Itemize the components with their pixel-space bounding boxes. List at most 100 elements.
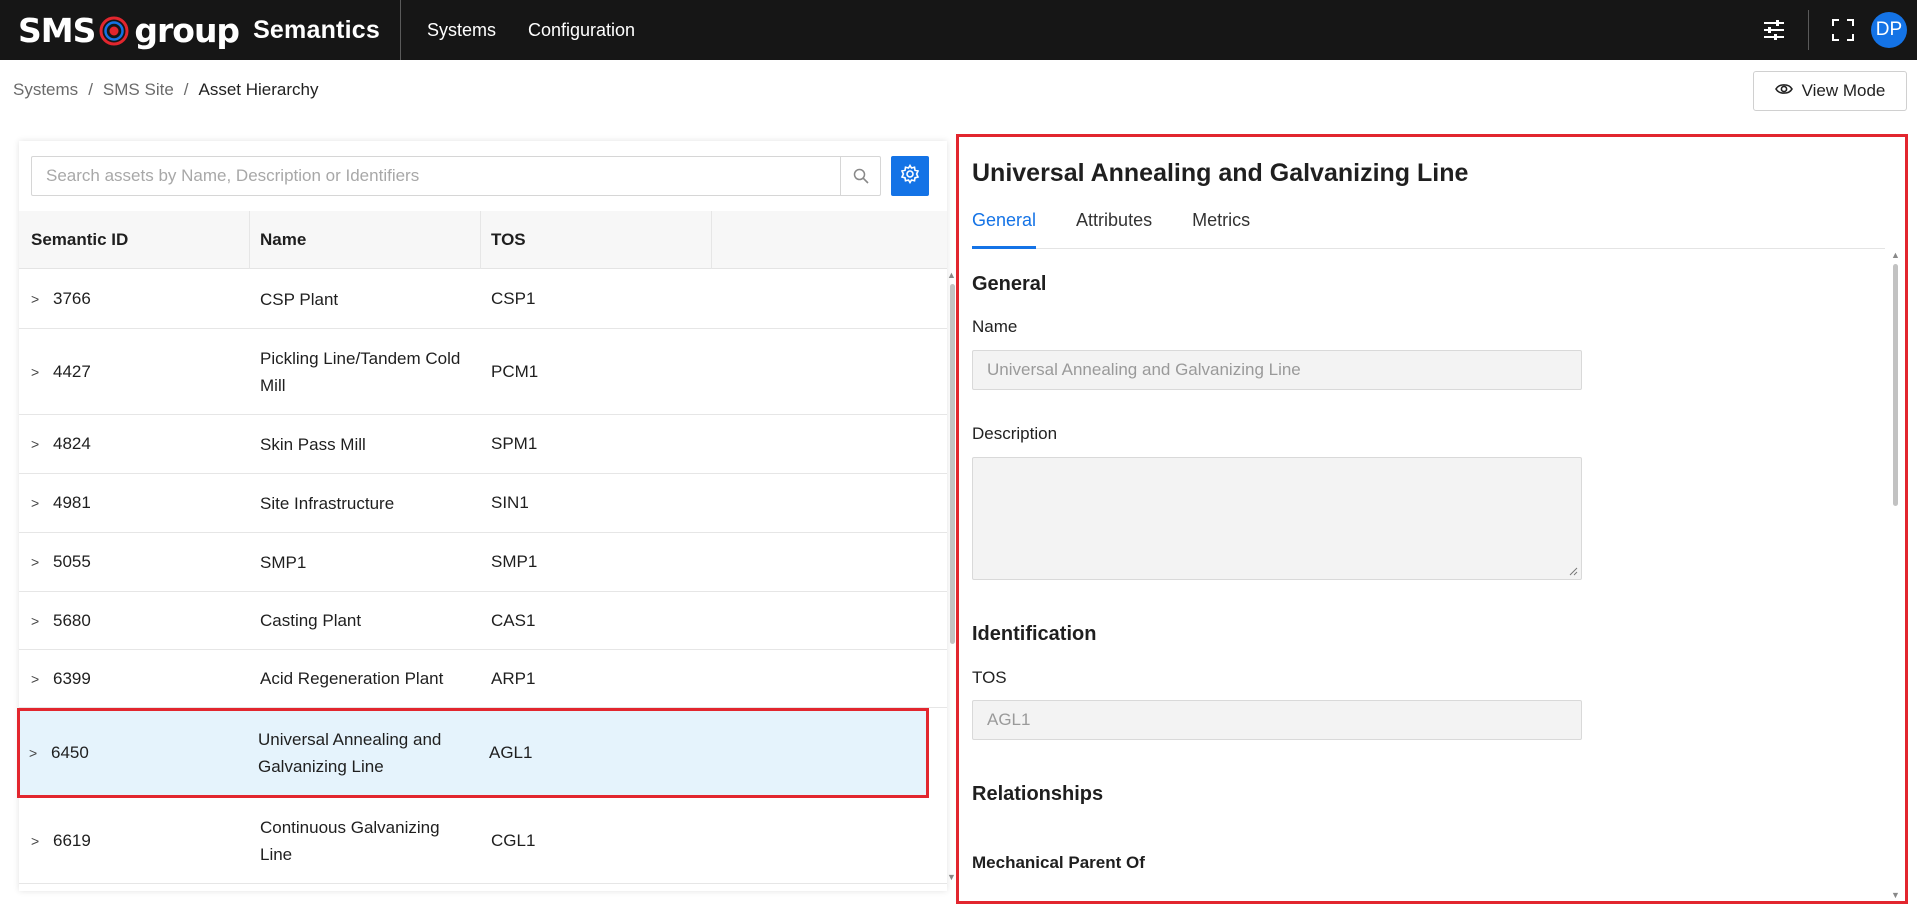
cell-name: Pickling Line/Tandem Cold Mill xyxy=(260,348,461,395)
chevron-right-icon[interactable]: > xyxy=(31,833,53,849)
section-title-general: General xyxy=(972,273,1047,295)
name-field[interactable]: Universal Annealing and Galvanizing Line xyxy=(972,350,1582,390)
table-row[interactable]: >4981 Site Infrastructure SIN1 xyxy=(19,474,947,533)
scroll-up-icon[interactable]: ▲ xyxy=(1891,250,1900,260)
cell-semantic-id: 5680 xyxy=(53,610,91,630)
detail-title: Universal Annealing and Galvanizing Line xyxy=(972,159,1469,187)
chevron-right-icon[interactable]: > xyxy=(29,745,51,761)
tos-field[interactable]: AGL1 xyxy=(972,700,1582,740)
chevron-right-icon[interactable]: > xyxy=(31,291,53,307)
mechanical-parent-of-label: Mechanical Parent Of xyxy=(972,853,1145,872)
scrollbar-thumb[interactable] xyxy=(1893,264,1898,506)
name-label: Name xyxy=(972,317,1018,336)
app-name: Semantics xyxy=(253,15,380,44)
sms-group-logo: SMS group xyxy=(18,10,240,50)
logo-text-right: group xyxy=(134,10,240,50)
description-field[interactable] xyxy=(972,457,1582,580)
breadcrumb-systems[interactable]: Systems xyxy=(13,80,78,100)
toolbar-divider xyxy=(1808,10,1809,50)
scrollbar-thumb[interactable] xyxy=(950,284,955,644)
chevron-right-icon[interactable]: > xyxy=(31,613,53,629)
chevron-right-icon[interactable]: > xyxy=(31,436,53,452)
table-row-selected[interactable]: >6450 Universal Annealing and Galvanizin… xyxy=(17,708,929,798)
asset-list-panel: Semantic ID Name TOS >3766 CSP Plant CSP… xyxy=(17,141,956,891)
detail-tabs: General Attributes Metrics xyxy=(972,209,1885,249)
cell-tos: CAS1 xyxy=(491,610,536,630)
search-settings-button[interactable] xyxy=(891,156,929,196)
main-nav: Systems Configuration xyxy=(411,0,651,60)
cell-name: Universal Annealing and Galvanizing Line xyxy=(258,729,442,776)
table-row[interactable]: >6619 Continuous Galvanizing Line CGL1 xyxy=(19,798,947,884)
fullscreen-icon[interactable] xyxy=(1829,16,1857,44)
view-mode-label: View Mode xyxy=(1801,81,1886,100)
breadcrumb: Systems / SMS Site / Asset Hierarchy xyxy=(13,80,319,100)
table-header: Semantic ID Name TOS xyxy=(19,210,947,269)
search-input[interactable] xyxy=(32,157,840,195)
resize-handle-icon xyxy=(1569,567,1578,576)
breadcrumb-sms-site[interactable]: SMS Site xyxy=(103,80,174,100)
section-title-identification: Identification xyxy=(972,623,1097,645)
tos-label: TOS xyxy=(972,668,1007,687)
column-header-tos[interactable]: TOS xyxy=(481,210,712,269)
nav-configuration[interactable]: Configuration xyxy=(512,0,651,60)
chevron-right-icon[interactable]: > xyxy=(31,671,53,687)
cell-semantic-id: 4824 xyxy=(53,434,91,453)
table-row[interactable]: >4824 Skin Pass Mill SPM1 xyxy=(19,415,947,474)
cell-name: Continuous Galvanizing Line xyxy=(260,817,440,864)
table-body: >3766 CSP Plant CSP1 >4427 Pickling Line… xyxy=(17,270,947,884)
cell-semantic-id: 6619 xyxy=(53,830,91,850)
cell-name: SMP1 xyxy=(260,552,307,572)
user-avatar[interactable]: DP xyxy=(1871,12,1907,48)
sliders-icon[interactable] xyxy=(1760,16,1788,44)
breadcrumb-asset-hierarchy: Asset Hierarchy xyxy=(198,80,319,99)
cell-tos: AGL1 xyxy=(489,742,533,762)
view-mode-button[interactable]: View Mode xyxy=(1753,71,1907,111)
cell-semantic-id: 4427 xyxy=(53,361,91,381)
scroll-up-icon[interactable]: ▲ xyxy=(947,270,956,280)
top-navigation-bar: SMS group Semantics Systems Configuratio… xyxy=(0,0,1917,60)
search-icon[interactable] xyxy=(840,157,880,195)
chevron-right-icon[interactable]: > xyxy=(31,554,53,570)
chevron-right-icon[interactable]: > xyxy=(31,364,53,380)
nav-systems[interactable]: Systems xyxy=(411,0,512,60)
cell-semantic-id: 5055 xyxy=(53,552,91,571)
search-box xyxy=(31,156,881,196)
table-row[interactable]: >4427 Pickling Line/Tandem Cold Mill PCM… xyxy=(19,329,947,415)
table-row[interactable]: >3766 CSP Plant CSP1 xyxy=(19,270,947,329)
cell-name: Site Infrastructure xyxy=(260,493,395,513)
table-row[interactable]: >5055 SMP1 SMP1 xyxy=(19,533,947,592)
cell-name: Casting Plant xyxy=(260,611,362,630)
cell-semantic-id: 6399 xyxy=(53,668,91,688)
cell-tos: PCM1 xyxy=(491,361,539,381)
table-row[interactable]: >6399 Acid Regeneration Plant ARP1 xyxy=(19,650,947,708)
cell-tos: SPM1 xyxy=(491,434,538,453)
cell-tos: CGL1 xyxy=(491,830,536,850)
top-right-controls: DP xyxy=(1746,0,1917,60)
breadcrumb-separator: / xyxy=(183,80,189,99)
cell-semantic-id: 6450 xyxy=(51,742,89,762)
tab-general[interactable]: General xyxy=(972,209,1037,249)
detail-scrollbar[interactable]: ▲ ▼ xyxy=(1891,250,1901,900)
table-row[interactable]: >5680 Casting Plant CAS1 xyxy=(19,592,947,650)
brand[interactable]: SMS group Semantics xyxy=(0,0,401,60)
cell-tos: CSP1 xyxy=(491,289,536,308)
cell-name: Skin Pass Mill xyxy=(260,434,366,454)
logo-text-left: SMS xyxy=(18,10,96,50)
eye-icon xyxy=(1774,81,1793,101)
scroll-down-icon[interactable]: ▼ xyxy=(947,872,956,882)
scroll-down-icon[interactable]: ▼ xyxy=(1891,890,1900,900)
logo-ring-icon xyxy=(99,15,129,46)
breadcrumb-separator: / xyxy=(88,80,93,99)
column-header-semantic-id[interactable]: Semantic ID xyxy=(19,210,250,269)
gear-icon xyxy=(900,163,920,189)
chevron-right-icon[interactable]: > xyxy=(31,495,53,511)
cell-semantic-id: 4981 xyxy=(53,493,91,512)
cell-tos: SMP1 xyxy=(491,552,538,571)
cell-tos: SIN1 xyxy=(491,493,529,512)
tab-attributes[interactable]: Attributes xyxy=(1076,209,1152,249)
tab-metrics[interactable]: Metrics xyxy=(1192,209,1250,249)
cell-tos: ARP1 xyxy=(491,668,536,688)
cell-name: CSP Plant xyxy=(260,289,339,309)
description-label: Description xyxy=(972,424,1058,443)
column-header-name[interactable]: Name xyxy=(250,210,481,269)
